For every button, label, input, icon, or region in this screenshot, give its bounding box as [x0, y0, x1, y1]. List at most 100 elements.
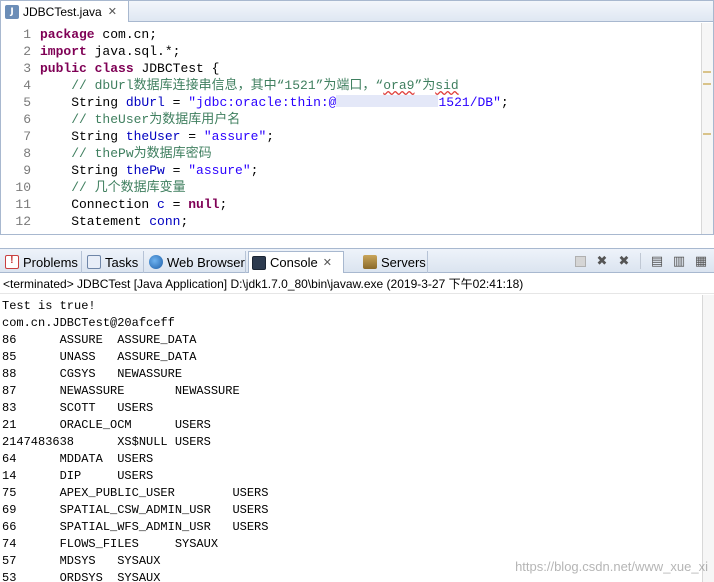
console-scrollbar[interactable] — [702, 295, 714, 582]
console-view: Problems Tasks Web Browser Console ✕ Ser… — [0, 248, 714, 582]
close-icon[interactable]: ✕ — [108, 5, 117, 18]
console-line: 74 FLOWS_FILES SYSAUX — [2, 537, 219, 551]
code-line[interactable]: 1 package com.cn; — [1, 26, 701, 43]
code-token: String — [40, 95, 126, 110]
close-icon[interactable]: ✕ — [323, 256, 332, 269]
servers-icon — [363, 255, 377, 269]
code-token: String — [40, 163, 126, 178]
console-line: 88 CGSYS NEWASSURE — [2, 367, 183, 381]
console-line: 14 DIP USERS — [2, 469, 154, 483]
code-line[interactable]: 9 String thePw = "assure"; — [1, 162, 701, 179]
code-token: ; — [500, 95, 509, 110]
code-token: "assure" — [188, 163, 251, 178]
code-token: c — [157, 197, 165, 212]
code-token: class — [94, 61, 134, 76]
editor-tab-bar: J JDBCTest.java ✕ — [1, 1, 713, 22]
code-token: = — [164, 95, 189, 110]
console-line: 21 ORACLE_OCM USERS — [2, 418, 211, 432]
scroll-lock-icon: ▥ — [672, 253, 686, 269]
code-token: ”为 — [414, 78, 436, 93]
tab-servers[interactable]: Servers — [360, 251, 428, 273]
code-line[interactable]: 3 public class JDBCTest { — [1, 60, 701, 77]
remove-all-icon: ✖ — [618, 253, 630, 269]
line-number: 10 — [15, 180, 31, 195]
code-token: JDBCTest { — [133, 61, 220, 76]
code-token: Connection — [40, 197, 158, 212]
code-token: // thePw为数据库密码 — [40, 146, 212, 161]
line-number: 9 — [23, 163, 31, 178]
line-number: 1 — [23, 27, 31, 42]
code-token: sid — [435, 78, 459, 93]
code-line[interactable]: 7 String theUser = "assure"; — [1, 128, 701, 145]
console-line: 75 APEX_PUBLIC_USER USERS — [2, 486, 269, 500]
tab-web-browser[interactable]: Web Browser — [146, 251, 246, 273]
code-token: conn — [149, 214, 181, 229]
code-line[interactable]: 11 Connection c = null; — [1, 196, 701, 213]
remove-launch-button[interactable]: ✖ — [593, 253, 611, 269]
code-token: null — [188, 197, 220, 212]
code-editor[interactable]: J JDBCTest.java ✕ 1 package com.cn; 2 impor… — [0, 0, 714, 235]
code-token: public — [40, 61, 87, 76]
line-number: 6 — [23, 112, 31, 127]
code-line[interactable]: 12 Statement conn; — [1, 213, 701, 230]
pin-icon: ▦ — [694, 253, 708, 269]
console-line: 83 SCOTT USERS — [2, 401, 154, 415]
code-token: // dbUrl数据库连接串信息，其中“1521”为端口，“ — [40, 78, 384, 93]
code-token: Statement — [40, 214, 150, 229]
tasks-icon — [87, 255, 101, 269]
code-line[interactable]: 10 // 几个数据库变量 — [1, 179, 701, 196]
console-toolbar: ✖ ✖ ▤ ▥ ▦ — [571, 253, 710, 271]
tab-label: Servers — [381, 254, 426, 270]
tab-tasks[interactable]: Tasks — [84, 251, 144, 273]
console-output[interactable]: Test is true! com.cn.JDBCTest@20afceff 86 … — [0, 295, 700, 582]
console-line: 2147483638 XS$NULL USERS — [2, 435, 211, 449]
line-number: 12 — [15, 214, 31, 229]
remove-all-button[interactable]: ✖ — [615, 253, 633, 269]
terminate-button[interactable] — [571, 253, 589, 269]
console-line: 53 ORDSYS SYSAUX — [2, 571, 161, 582]
code-token: ; — [180, 214, 189, 229]
console-line: 86 ASSURE ASSURE_DATA — [2, 333, 197, 347]
scroll-lock-button[interactable]: ▥ — [670, 253, 688, 269]
console-line: 66 SPATIAL_WFS_ADMIN_USR USERS — [2, 520, 269, 534]
toolbar-separator — [640, 253, 641, 269]
code-token: // 几个数据库变量 — [40, 180, 186, 195]
tab-problems[interactable]: Problems — [2, 251, 82, 273]
warning-marker[interactable] — [703, 133, 711, 135]
line-number: 4 — [23, 78, 31, 93]
code-token: 1521/DB" — [438, 95, 501, 110]
tab-label: Console — [270, 255, 318, 270]
console-line: com.cn.JDBCTest@20afceff — [2, 316, 175, 330]
java-file-icon: J — [5, 4, 19, 19]
console-line: 57 MDSYS SYSAUX — [2, 554, 161, 568]
code-token: "jdbc:oracle:thin:@ — [188, 95, 337, 110]
clear-console-button[interactable]: ▤ — [648, 253, 666, 269]
console-line: 87 NEWASSURE NEWASSURE — [2, 384, 240, 398]
pin-console-button[interactable]: ▦ — [692, 253, 710, 269]
tab-console[interactable]: Console ✕ — [248, 251, 344, 273]
code-line[interactable]: 4 // dbUrl数据库连接串信息，其中“1521”为端口，“ora9”为si… — [1, 77, 701, 94]
console-icon — [252, 255, 266, 270]
code-token: "assure" — [203, 129, 267, 144]
warning-marker[interactable] — [703, 71, 711, 73]
code-token: // theUser为数据库用户名 — [40, 112, 241, 127]
code-line[interactable]: 2 import java.sql.*; — [1, 43, 701, 60]
console-line: 85 UNASS ASSURE_DATA — [2, 350, 197, 364]
code-area[interactable]: 1 package com.cn; 2 import java.sql.*; 3 publ… — [1, 23, 701, 234]
code-token: ; — [250, 163, 259, 178]
warning-marker[interactable] — [703, 83, 711, 85]
line-number: 3 — [23, 61, 31, 76]
code-line[interactable]: 8 // thePw为数据库密码 — [1, 145, 701, 162]
code-line[interactable]: 6 // theUser为数据库用户名 — [1, 111, 701, 128]
remove-icon: ✖ — [596, 253, 608, 269]
tab-label: Tasks — [105, 254, 139, 270]
console-status: <terminated> JDBCTest [Java Application]… — [0, 274, 714, 294]
code-token: package — [40, 27, 95, 42]
code-token: = — [164, 163, 189, 178]
view-tab-bar: Problems Tasks Web Browser Console ✕ Ser… — [0, 249, 714, 273]
watermark: https://blog.csdn.net/www_xue_xi — [515, 559, 708, 574]
editor-tab-jdbctest[interactable]: J JDBCTest.java ✕ — [1, 1, 129, 22]
code-token: ora9 — [383, 78, 415, 93]
code-line[interactable]: 5 String dbUrl = "jdbc:oracle:thin:@ 1521… — [1, 94, 701, 111]
code-token: = — [164, 197, 189, 212]
